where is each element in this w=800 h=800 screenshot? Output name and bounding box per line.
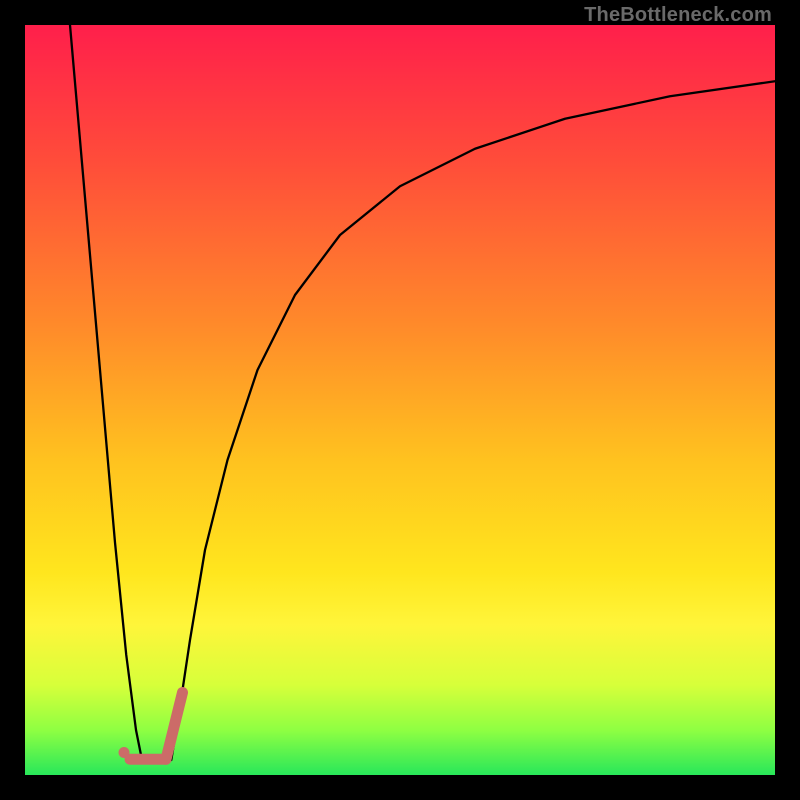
plot-area	[25, 25, 775, 775]
chart-frame: TheBottleneck.com	[0, 0, 800, 800]
bottleneck-curve-chart	[25, 25, 775, 775]
gradient-background	[25, 25, 775, 775]
watermark-text: TheBottleneck.com	[584, 4, 772, 27]
